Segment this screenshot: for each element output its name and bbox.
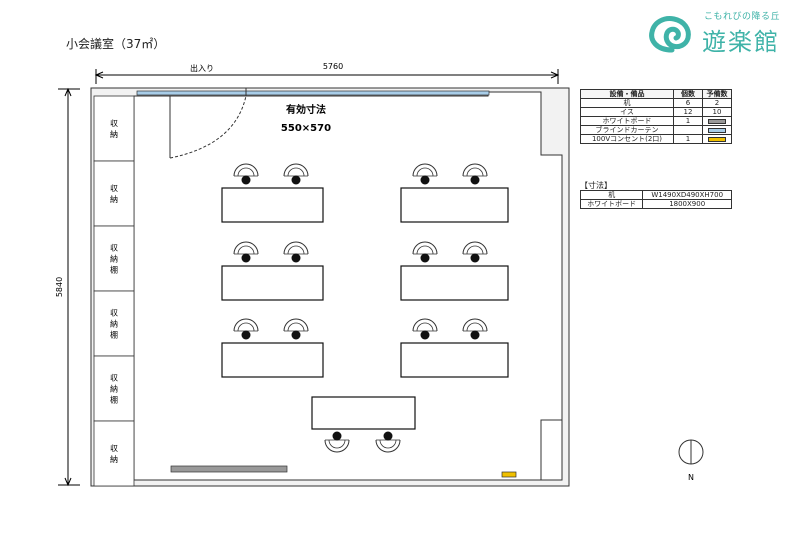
height-dim-label: 5840: [55, 277, 64, 297]
storage-unit: [93, 160, 135, 227]
storage-unit: [93, 420, 135, 487]
desk: [221, 265, 324, 301]
desk: [221, 342, 324, 378]
legend-swatch: [708, 136, 726, 142]
equipment-name: ブラインドカーテン: [580, 125, 674, 135]
equipment-row: ブラインドカーテン: [580, 125, 732, 135]
equipment-spare: [702, 134, 732, 144]
north-label: N: [688, 473, 694, 482]
desk: [311, 396, 416, 430]
effective-size: 550×570: [281, 123, 331, 134]
equipment-header: 予備数: [702, 89, 732, 99]
equipment-count: 6: [673, 98, 703, 108]
equipment-spare: 10: [702, 107, 732, 117]
equipment-count: 1: [673, 134, 703, 144]
equipment-name: イス: [580, 107, 674, 117]
legend-swatch: [708, 127, 726, 133]
equipment-spare: [702, 125, 732, 135]
width-dimension: [94, 69, 560, 84]
equipment-count: [673, 125, 703, 135]
equipment-row: イス 12 10: [580, 107, 732, 117]
equipment-header-row: 設備・備品 個数 予備数: [580, 89, 732, 99]
equipment-spare: 2: [702, 98, 732, 108]
storage-label: 収納棚: [110, 373, 118, 405]
equipment-name: ホワイトボード: [580, 116, 674, 126]
effective-title: 有効寸法: [286, 103, 326, 116]
desk: [400, 342, 509, 378]
desk: [400, 265, 509, 301]
blind-curtain: [136, 90, 490, 96]
equipment-count: 1: [673, 116, 703, 126]
dimension-item: 机: [579, 190, 644, 200]
equipment-table: 設備・備品 個数 予備数 机 6 2 イス 12 10 ホワイトボード 1 ブラインドカーテン 1…: [580, 89, 732, 144]
equipment-header: 設備・備品: [580, 89, 674, 99]
storage-column: 収納収納収納棚収納棚収納棚収納: [93, 95, 135, 487]
storage-label: 収納棚: [110, 243, 118, 275]
width-dim-label: 5760: [323, 62, 343, 71]
dimension-row: ホワイトボード 1800X900: [579, 199, 732, 209]
equipment-row: 机62: [580, 98, 732, 108]
equipment-name: 100Vコンセント(2口): [580, 134, 674, 144]
equipment-name: 机: [580, 98, 674, 108]
storage-label: 収納棚: [110, 308, 118, 340]
desk: [221, 187, 324, 223]
power-outlet: [501, 471, 517, 478]
desk: [400, 187, 509, 223]
floor-plan: 5760 出入り 5840 有効寸法 550×570 収納収納収納棚収納棚収納棚…: [55, 62, 704, 487]
equipment-header: 個数: [673, 89, 703, 99]
entrance-label: 出入り: [190, 63, 214, 73]
legend-swatch: [708, 118, 726, 124]
dimensions-table: 机 W1490XD490XH700 ホワイトボード 1800X900: [579, 190, 732, 209]
dimension-size: W1490XD490XH700: [642, 190, 732, 200]
storage-unit: [93, 95, 135, 162]
dimension-item: ホワイトボード: [579, 199, 644, 209]
equipment-count: 12: [673, 107, 703, 117]
dimension-row: 机 W1490XD490XH700: [579, 190, 732, 200]
equipment-row: ホワイトボード 1: [580, 116, 732, 126]
equipment-spare: [702, 116, 732, 126]
equipment-row: 100Vコンセント(2口) 1: [580, 134, 732, 144]
whiteboard: [170, 465, 288, 473]
north-compass-icon: [678, 439, 704, 465]
dimension-size: 1800X900: [642, 199, 732, 209]
